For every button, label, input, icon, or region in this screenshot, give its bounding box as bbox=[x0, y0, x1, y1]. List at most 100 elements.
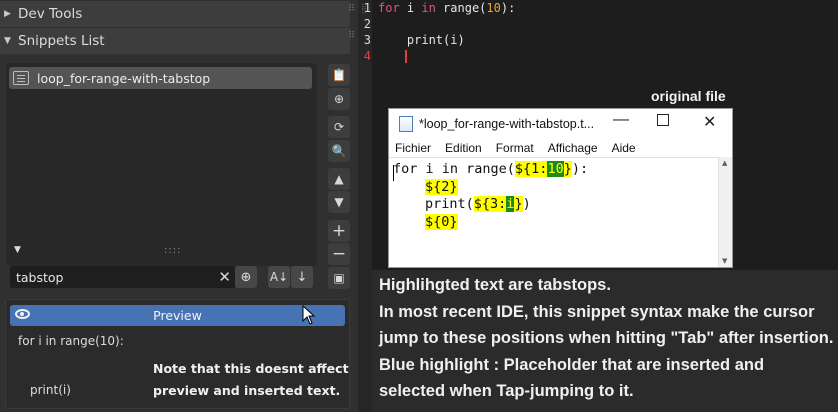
code-var: i bbox=[399, 1, 422, 15]
sort-order-button[interactable]: ↓ bbox=[291, 266, 313, 288]
scroll-down-icon[interactable]: ▼ bbox=[722, 257, 727, 265]
paste-snippet-button[interactable]: 📋 bbox=[328, 64, 350, 86]
code-text: for i in range( bbox=[393, 161, 515, 177]
add-button[interactable]: + bbox=[328, 220, 350, 242]
keyword-for: for bbox=[378, 1, 400, 15]
tabstop-highlight: ${1: bbox=[514, 161, 548, 177]
tabstop-highlight: ${3: bbox=[473, 196, 507, 212]
magnifier-icon: 🔍 bbox=[331, 144, 347, 158]
list-options-arrow-icon[interactable]: ▼ bbox=[14, 245, 21, 255]
collapsed-arrow-icon: ▶ bbox=[4, 9, 11, 19]
dev-tools-header[interactable]: ▶ Dev Tools ⠿ bbox=[0, 1, 355, 27]
find-file-button[interactable]: 🔍 bbox=[328, 140, 350, 162]
notepad-title: *loop_for-range-with-tabstop.t... bbox=[419, 117, 595, 131]
grip-icon[interactable]: ⠿ bbox=[348, 32, 355, 41]
code-text: ): bbox=[571, 161, 589, 177]
expanded-arrow-icon: ▼ bbox=[4, 36, 11, 46]
filter-zoom-button[interactable]: ⊕ bbox=[235, 266, 257, 288]
code-text: print( bbox=[425, 196, 474, 212]
notepad-line-1: for i in range(${1:10}): bbox=[393, 161, 588, 177]
move-down-button[interactable]: ▼ bbox=[328, 191, 350, 213]
placeholder-highlight: 10 bbox=[547, 161, 564, 177]
left-panel: ▶ Dev Tools ⠿ ▼ Snippets List ⠿ loop_for… bbox=[0, 0, 358, 412]
keyword-in: in bbox=[421, 1, 436, 15]
menu-item[interactable]: Affichage bbox=[548, 141, 598, 155]
text-document-icon bbox=[13, 71, 29, 85]
minimize-icon[interactable]: — bbox=[613, 111, 629, 129]
vertical-scrollbar[interactable]: ▲ ▼ bbox=[718, 157, 732, 267]
original-file-label: original file bbox=[651, 88, 726, 104]
code-line-3: print(i) bbox=[378, 33, 465, 47]
list-item[interactable]: loop_for-range-with-tabstop bbox=[9, 67, 312, 89]
line-number: 3 bbox=[363, 33, 371, 47]
open-folder-button[interactable]: ▣ bbox=[328, 267, 350, 289]
notepad-menu-bar: Fichier Edition Format Affichage Aide bbox=[395, 141, 636, 155]
line-number-current: 4 bbox=[363, 49, 371, 63]
maximize-icon[interactable] bbox=[657, 114, 669, 126]
line-number: 1 bbox=[363, 1, 371, 15]
clear-icon[interactable]: ✕ bbox=[218, 268, 231, 286]
close-icon[interactable]: ✕ bbox=[703, 112, 716, 132]
tabstop-highlight: ${0} bbox=[425, 214, 458, 230]
preview-line: for i in range(10): bbox=[18, 334, 124, 348]
preview-line: print(i) bbox=[30, 383, 71, 397]
snippets-list-header[interactable]: ▼ Snippets List ⠿ bbox=[0, 28, 355, 54]
menu-item[interactable]: Aide bbox=[612, 141, 636, 155]
folder-icon: ▣ bbox=[333, 271, 345, 285]
code-text: ) bbox=[522, 196, 531, 212]
add-snippet-button[interactable]: ⊕ bbox=[328, 88, 350, 110]
dev-tools-label: Dev Tools bbox=[18, 6, 83, 22]
code-function: range( bbox=[435, 1, 487, 15]
text-caret bbox=[405, 50, 407, 63]
move-up-button[interactable]: ▲ bbox=[328, 168, 350, 190]
refresh-icon: ⟳ bbox=[333, 120, 345, 134]
reload-button[interactable]: ⟳ bbox=[328, 116, 350, 138]
notepad-line-2: ${2} bbox=[425, 179, 458, 195]
notepad-icon bbox=[399, 116, 413, 132]
preview-panel: Preview for i in range(10): print(i) Not… bbox=[5, 299, 350, 409]
notepad-line-4: ${0} bbox=[425, 214, 458, 230]
sort-alpha-icon: A↓ bbox=[269, 270, 289, 284]
preview-button[interactable]: Preview bbox=[10, 305, 345, 326]
zoom-in-icon: ⊕ bbox=[240, 269, 252, 285]
preview-label: Preview bbox=[153, 308, 202, 323]
explanation-text: Highlihgted text are tabstops. In most r… bbox=[379, 272, 834, 405]
tabstop-highlight: } bbox=[563, 161, 572, 177]
notepad-text-area[interactable]: for i in range(${1:10}): ${2} print(${3:… bbox=[389, 157, 719, 267]
minus-icon: − bbox=[331, 244, 347, 264]
down-arrow-icon: ↓ bbox=[296, 269, 308, 285]
code-punct: ): bbox=[500, 1, 516, 15]
explanation-line: Highlihgted text are tabstops. bbox=[379, 276, 611, 294]
notepad-title-bar[interactable]: *loop_for-range-with-tabstop.t... bbox=[389, 109, 732, 139]
scroll-up-icon[interactable]: ▲ bbox=[722, 159, 727, 167]
snippets-list-label: Snippets List bbox=[18, 33, 105, 49]
code-line-1: for i in range(10): bbox=[378, 1, 515, 15]
notepad-window: *loop_for-range-with-tabstop.t... — ✕ Fi… bbox=[388, 108, 733, 268]
preview-note: Note that this doesnt affect preview and… bbox=[153, 361, 349, 398]
tabstop-highlight: } bbox=[514, 196, 523, 212]
tabstop-highlight: ${2} bbox=[425, 179, 458, 195]
menu-item[interactable]: Fichier bbox=[395, 141, 431, 155]
plus-icon: + bbox=[331, 221, 347, 241]
arrow-up-icon: ▲ bbox=[334, 172, 344, 186]
add-file-icon: ⊕ bbox=[333, 92, 345, 106]
search-value: tabstop bbox=[16, 269, 64, 285]
resize-handle-icon[interactable]: :::: bbox=[164, 245, 181, 256]
list-item-label: loop_for-range-with-tabstop bbox=[37, 70, 211, 86]
search-input[interactable]: tabstop ✕ bbox=[10, 266, 236, 288]
eye-icon bbox=[15, 309, 30, 319]
clipboard-icon: 📋 bbox=[331, 68, 347, 82]
line-number: 2 bbox=[363, 17, 371, 31]
snippet-list: loop_for-range-with-tabstop ▼ :::: bbox=[6, 63, 317, 266]
explanation-line: Blue highlight : Placeholder that are in… bbox=[379, 355, 765, 401]
remove-button[interactable]: − bbox=[328, 243, 350, 265]
menu-item[interactable]: Format bbox=[496, 141, 534, 155]
code-number: 10 bbox=[486, 1, 501, 15]
mouse-pointer-icon bbox=[302, 305, 316, 325]
arrow-down-icon: ▼ bbox=[334, 195, 344, 209]
notepad-line-3: print(${3:i}) bbox=[425, 196, 531, 212]
grip-icon[interactable]: ⠿ bbox=[348, 5, 355, 14]
sort-alpha-button[interactable]: A↓ bbox=[268, 266, 290, 288]
menu-item[interactable]: Edition bbox=[445, 141, 482, 155]
explanation-line: In most recent IDE, this snippet syntax … bbox=[379, 302, 834, 348]
